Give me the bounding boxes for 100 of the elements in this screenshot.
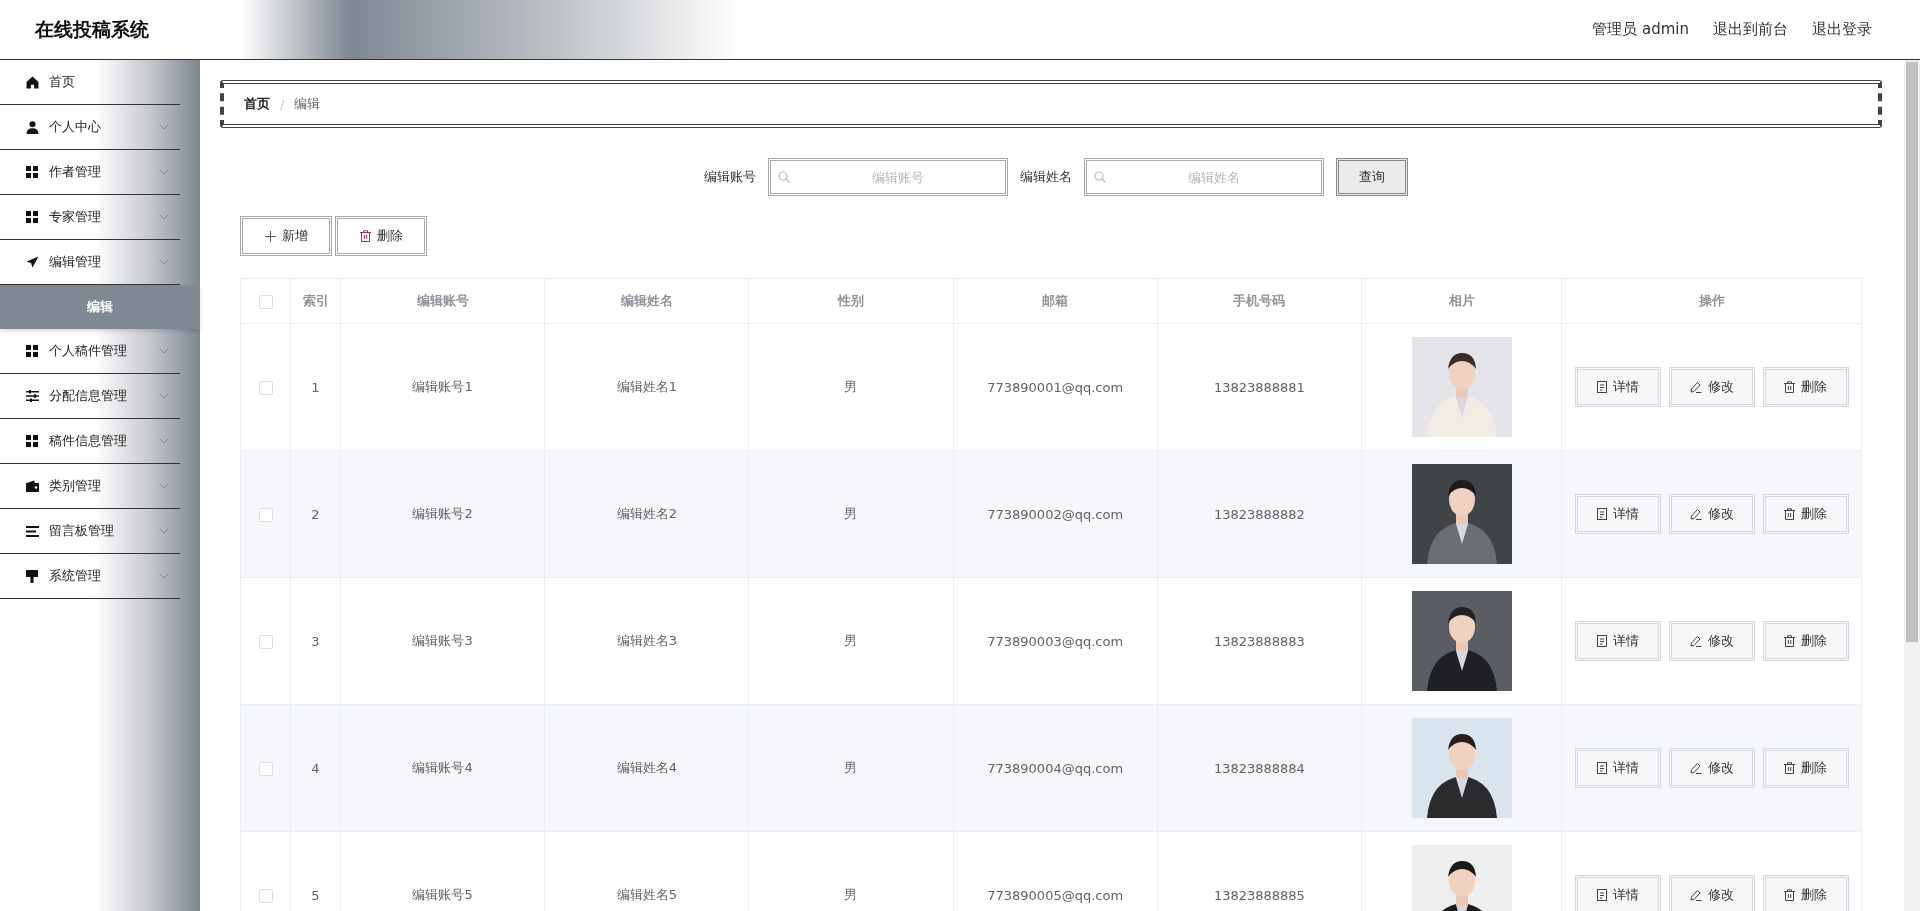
menu-item[interactable]: 专家管理	[0, 195, 180, 240]
table-cell: 编辑姓名4	[544, 704, 749, 832]
scrollbar-thumb[interactable]	[1906, 62, 1918, 642]
select-all-checkbox[interactable]	[258, 294, 273, 309]
edit-button[interactable]: 修改	[1668, 494, 1755, 534]
chevron-down-icon	[159, 259, 169, 265]
table-cell: 3	[290, 577, 341, 705]
menu-item[interactable]: 首页	[0, 60, 180, 105]
row-checkbox[interactable]	[258, 888, 273, 903]
table-cell: 773890004@qq.com	[953, 704, 1158, 832]
search-field[interactable]: 编辑账号	[768, 158, 1008, 196]
edit-button[interactable]: 修改	[1668, 875, 1755, 911]
menu-label: 个人稿件管理	[49, 342, 127, 360]
details-button[interactable]: 详情	[1574, 875, 1661, 911]
row-checkbox[interactable]	[258, 634, 273, 649]
details-button[interactable]: 详情	[1574, 748, 1661, 788]
edit-button[interactable]: 修改	[1668, 367, 1755, 407]
document-icon	[1596, 508, 1607, 520]
menu-label: 分配信息管理	[49, 387, 127, 405]
pencil-icon	[1689, 508, 1702, 520]
search-button[interactable]: 查询	[1336, 158, 1408, 196]
table-cell: 编辑姓名1	[544, 323, 749, 451]
home-icon	[25, 75, 39, 89]
breadcrumb-item[interactable]: 首页	[244, 95, 270, 113]
delete-button[interactable]: 删除	[335, 216, 427, 256]
delete-button[interactable]: 删除	[1762, 494, 1849, 534]
submenu-item[interactable]: 编辑	[0, 285, 200, 329]
chevron-down-icon	[159, 214, 169, 220]
user-icon	[25, 120, 39, 134]
document-icon	[1596, 635, 1607, 647]
breadcrumb-separator: /	[280, 96, 285, 112]
column-header: 邮箱	[953, 278, 1158, 324]
chevron-down-icon	[159, 573, 169, 579]
table-cell: 13823888881	[1157, 323, 1362, 451]
menu-item[interactable]: 类别管理	[0, 464, 180, 509]
delete-button[interactable]: 删除	[1762, 367, 1849, 407]
details-button[interactable]: 详情	[1574, 621, 1661, 661]
row-checkbox[interactable]	[258, 380, 273, 395]
search-icon	[1094, 171, 1106, 183]
menu-label: 作者管理	[49, 163, 101, 181]
menu-item[interactable]: 系统管理	[0, 554, 180, 599]
table-cell: 编辑姓名2	[544, 450, 749, 578]
menu-item[interactable]: 作者管理	[0, 150, 180, 195]
header-link[interactable]: 退出登录	[1812, 20, 1872, 39]
menu-item[interactable]: 稿件信息管理	[0, 419, 180, 464]
table-cell: 773890001@qq.com	[953, 323, 1158, 451]
table-cell: 编辑账号1	[340, 323, 545, 451]
grid-icon	[26, 166, 38, 178]
chevron-down-icon	[159, 348, 169, 354]
edit-button[interactable]: 修改	[1668, 748, 1755, 788]
table-cell: 编辑账号4	[340, 704, 545, 832]
menu-item[interactable]: 分配信息管理	[0, 374, 180, 419]
pencil-icon	[1689, 762, 1702, 774]
menu-label: 编辑管理	[49, 253, 101, 271]
menu-label: 类别管理	[49, 477, 101, 495]
column-header: 编辑姓名	[544, 278, 749, 324]
grid-icon	[26, 211, 38, 223]
table-cell: 编辑账号2	[340, 450, 545, 578]
table-cell: 13823888884	[1157, 704, 1362, 832]
trash-icon	[1784, 508, 1795, 520]
breadcrumb-item: 编辑	[294, 95, 321, 113]
header-link[interactable]: 退出到前台	[1713, 20, 1788, 39]
pencil-icon	[1689, 381, 1702, 393]
menu-item[interactable]: 个人稿件管理	[0, 329, 180, 374]
table-cell: 13823888883	[1157, 577, 1362, 705]
field-label: 编辑姓名	[1020, 168, 1072, 186]
chevron-down-icon	[159, 124, 169, 130]
delete-button[interactable]: 删除	[1762, 875, 1849, 911]
delete-button[interactable]: 删除	[1762, 748, 1849, 788]
menu-item[interactable]: 留言板管理	[0, 509, 180, 554]
menu-item[interactable]: 个人中心	[0, 105, 180, 150]
details-button[interactable]: 详情	[1574, 367, 1661, 407]
table-cell: 男	[748, 704, 954, 832]
details-button[interactable]: 详情	[1574, 494, 1661, 534]
delete-button[interactable]: 删除	[1762, 621, 1849, 661]
document-icon	[1596, 762, 1607, 774]
menu-label: 留言板管理	[49, 522, 114, 540]
column-header: 相片	[1361, 278, 1562, 324]
trash-icon	[1784, 762, 1795, 774]
trash-icon	[359, 230, 371, 242]
grid-icon	[26, 435, 38, 447]
table-cell: 1	[290, 323, 341, 451]
table-cell: 男	[748, 450, 954, 578]
table-cell: 男	[748, 577, 954, 705]
table-cell: 编辑姓名3	[544, 577, 749, 705]
plus-icon	[264, 230, 276, 242]
add-button[interactable]: 新增	[240, 216, 332, 256]
trash-icon	[1784, 889, 1795, 901]
chevron-down-icon	[159, 528, 169, 534]
document-icon	[1596, 889, 1607, 901]
sliders-icon	[25, 390, 39, 402]
scrollbar[interactable]	[1904, 60, 1920, 911]
edit-button[interactable]: 修改	[1668, 621, 1755, 661]
search-field[interactable]: 编辑姓名	[1084, 158, 1324, 196]
row-checkbox[interactable]	[258, 761, 273, 776]
trash-icon	[1784, 635, 1795, 647]
column-header: 性别	[748, 278, 954, 324]
row-checkbox[interactable]	[258, 507, 273, 522]
chevron-down-icon	[159, 169, 169, 175]
table-cell: 编辑账号3	[340, 577, 545, 705]
